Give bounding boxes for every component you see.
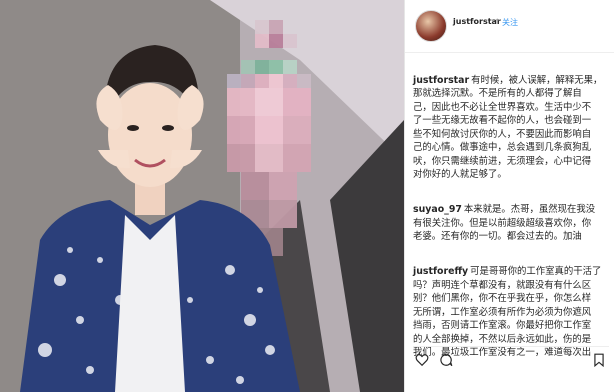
action-bar — [413, 346, 609, 371]
heart-icon[interactable] — [415, 353, 429, 367]
post-photo — [0, 0, 404, 392]
comment-username[interactable]: suyao_97 — [413, 204, 462, 215]
comment-list: justforstar 有时候，被人误解，解释无果， 那就选择沉默。不是所有的人都… — [413, 60, 609, 368]
post-header: justforstar • 关注 — [405, 0, 614, 53]
comment-text: 有时候，被人误解，解释无果， 那就选择沉默。不是所有的人都得了解自 己，因此也不… — [413, 74, 603, 181]
post-photo-illustration — [0, 0, 404, 392]
comment-text: 可是哥哥你的工作室真的干活了 吗？声明连个草都没有，就跟没有有什么区 别？他们黑… — [413, 266, 602, 358]
follow-button[interactable]: 关注 — [502, 17, 518, 28]
instagram-post: justforstar • 关注 justforstar 有时候，被人误解，解释无… — [0, 0, 614, 392]
post-username[interactable]: justforstar — [453, 17, 501, 26]
bookmark-icon[interactable] — [593, 353, 605, 367]
comment-item: justforeffy 可是哥哥你的工作室真的干活了 吗？声明连个草都没有，就跟没… — [413, 252, 609, 360]
comment-item: suyao_97 本来就是。杰哥，虽然现在我没 有很关注你。但是以前超级超级喜欢你… — [413, 190, 609, 244]
comment-icon[interactable] — [439, 353, 453, 367]
separator-dot: • — [495, 16, 500, 25]
comment-item: justforstar 有时候，被人误解，解释无果， 那就选择沉默。不是所有的人都… — [413, 60, 609, 182]
comment-username[interactable]: justforeffy — [413, 266, 468, 277]
post-sidebar: justforstar • 关注 justforstar 有时候，被人误解，解释无… — [404, 0, 614, 392]
avatar[interactable] — [415, 10, 447, 42]
comment-username[interactable]: justforstar — [413, 75, 469, 86]
